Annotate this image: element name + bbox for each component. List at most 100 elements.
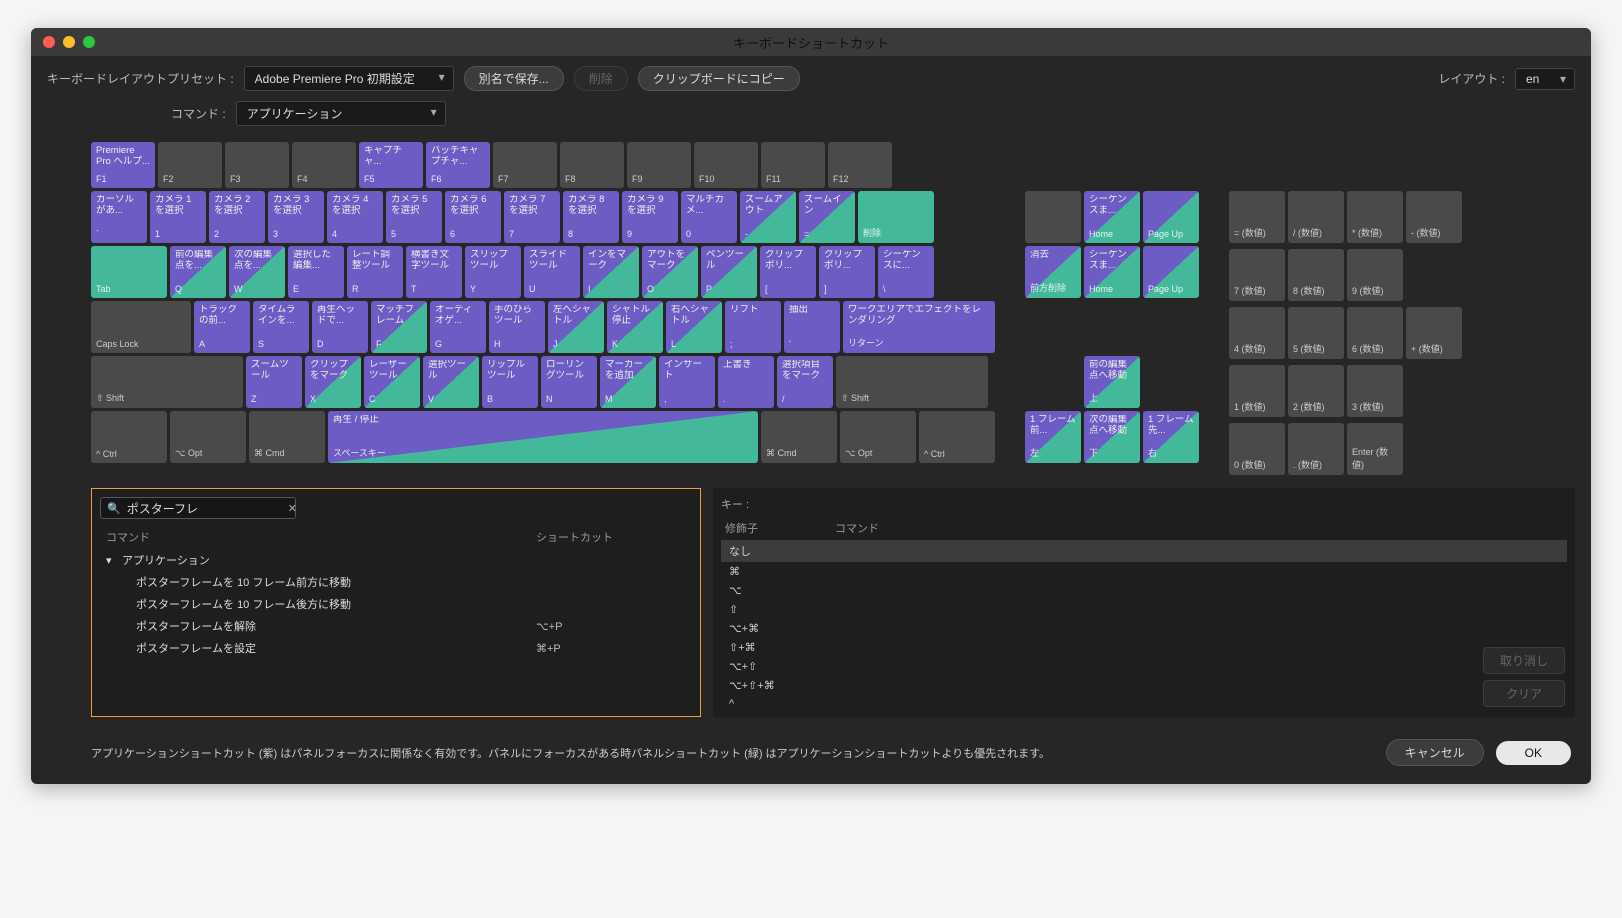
key-3-[interactable]: 3 (数値) — [1347, 365, 1403, 417]
key-n[interactable]: ローリングツールN — [541, 356, 597, 408]
modifier-row[interactable]: ⌥ — [721, 581, 1567, 600]
key-1[interactable]: カメラ 1 を選択1 — [150, 191, 206, 243]
key-7-[interactable]: 7 (数値) — [1229, 249, 1285, 301]
key-i[interactable]: インをマークI — [583, 246, 639, 298]
key-g[interactable]: オーディオゲ...G — [430, 301, 486, 353]
key--[interactable]: ズームアウト- — [740, 191, 796, 243]
key-q[interactable]: 前の編集点を...Q — [170, 246, 226, 298]
key-4[interactable]: カメラ 4 を選択4 — [327, 191, 383, 243]
key--[interactable]: カーソルがあ...` — [91, 191, 147, 243]
key-f3[interactable]: F3 — [225, 142, 289, 188]
key-2[interactable]: カメラ 2 を選択2 — [209, 191, 265, 243]
key-[interactable] — [1025, 191, 1081, 243]
key--cmd[interactable]: ⌘ Cmd — [249, 411, 325, 463]
cancel-button[interactable]: キャンセル — [1386, 739, 1484, 766]
ok-button[interactable]: OK — [1496, 741, 1571, 765]
search-field[interactable]: 🔍 ✕ — [100, 497, 296, 519]
key--[interactable]: 抽出' — [784, 301, 840, 353]
key--ctrl[interactable]: ^ Ctrl — [919, 411, 995, 463]
key-w[interactable]: 次の編集点を...W — [229, 246, 285, 298]
tree-item[interactable]: ポスターフレームを 10 フレーム前方に移動 — [100, 571, 692, 593]
key-4-[interactable]: 4 (数値) — [1229, 307, 1285, 359]
key--[interactable]: 選択項目をマーク/ — [777, 356, 833, 408]
key--[interactable]: 上書き. — [718, 356, 774, 408]
layout-select[interactable]: en — [1515, 68, 1575, 90]
key-e[interactable]: 選択した編集...E — [288, 246, 344, 298]
minimize-icon[interactable] — [63, 36, 75, 48]
key-x[interactable]: クリップをマークX — [305, 356, 361, 408]
key-9[interactable]: カメラ 9 を選択9 — [622, 191, 678, 243]
modifier-row[interactable]: ⇧ — [721, 600, 1567, 619]
key-f7[interactable]: F7 — [493, 142, 557, 188]
search-input[interactable] — [127, 501, 282, 515]
key--[interactable]: インサート, — [659, 356, 715, 408]
close-icon[interactable] — [43, 36, 55, 48]
key-a[interactable]: トラックの前...A — [194, 301, 250, 353]
modifier-row[interactable]: ⇧+⌘ — [721, 638, 1567, 657]
tree-item[interactable]: ポスターフレームを 10 フレーム後方に移動 — [100, 593, 692, 615]
modifier-row[interactable]: ^ — [721, 695, 1567, 713]
key-page-up[interactable]: Page Up — [1143, 246, 1199, 298]
tree-item[interactable]: ポスターフレームを解除⌥+P — [100, 615, 692, 637]
key-0[interactable]: マルチカメ...0 — [681, 191, 737, 243]
key-f6[interactable]: バッチキャプチャ...F6 — [426, 142, 490, 188]
save-as-button[interactable]: 別名で保存... — [464, 66, 564, 91]
key-5-[interactable]: 5 (数値) — [1288, 307, 1344, 359]
preset-select[interactable]: Adobe Premiere Pro 初期設定 — [244, 66, 454, 91]
key-c[interactable]: レーザーツールC — [364, 356, 420, 408]
key--[interactable]: - (数値) — [1406, 191, 1462, 243]
key--[interactable]: 1 フレーム先...右 — [1143, 411, 1199, 463]
key--[interactable]: クリップボリ...] — [819, 246, 875, 298]
key--[interactable]: ズームイン= — [799, 191, 855, 243]
key-y[interactable]: スリップツールY — [465, 246, 521, 298]
key-7[interactable]: カメラ 7 を選択7 — [504, 191, 560, 243]
key--[interactable]: . (数値) — [1288, 423, 1344, 475]
key-2-[interactable]: 2 (数値) — [1288, 365, 1344, 417]
key-8-[interactable]: 8 (数値) — [1288, 249, 1344, 301]
key--shift[interactable]: ⇧ Shift — [836, 356, 988, 408]
key--[interactable]: + (数値) — [1406, 307, 1462, 359]
key--[interactable]: シーケンスに...\ — [878, 246, 934, 298]
key-f4[interactable]: F4 — [292, 142, 356, 188]
key-k[interactable]: シャトル停止K — [607, 301, 663, 353]
key-enter-[interactable]: Enter (数値) — [1347, 423, 1403, 475]
key-f12[interactable]: F12 — [828, 142, 892, 188]
command-select[interactable]: アプリケーション — [236, 101, 446, 126]
modifier-row[interactable]: ⌥+⇧+⌘ — [721, 676, 1567, 695]
key-u[interactable]: スライドツールU — [524, 246, 580, 298]
key-j[interactable]: 左へシャトルJ — [548, 301, 604, 353]
key--ctrl[interactable]: ^ Ctrl — [91, 411, 167, 463]
key-3[interactable]: カメラ 3 を選択3 — [268, 191, 324, 243]
key-1-[interactable]: 1 (数値) — [1229, 365, 1285, 417]
key--[interactable]: リフト; — [725, 301, 781, 353]
key-b[interactable]: リップルツールB — [482, 356, 538, 408]
key-tab[interactable]: Tab — [91, 246, 167, 298]
key--[interactable]: 再生 / 停止スペースキー — [328, 411, 758, 463]
key-6-[interactable]: 6 (数値) — [1347, 307, 1403, 359]
key--[interactable]: ワークエリアでエフェクトをレンダリングリターン — [843, 301, 995, 353]
key--[interactable]: 前の編集点へ移動上 — [1084, 356, 1140, 408]
key--[interactable]: 削除 — [858, 191, 934, 243]
key-6[interactable]: カメラ 6 を選択6 — [445, 191, 501, 243]
key--opt[interactable]: ⌥ Opt — [170, 411, 246, 463]
key-f2[interactable]: F2 — [158, 142, 222, 188]
key--shift[interactable]: ⇧ Shift — [91, 356, 243, 408]
tree-item[interactable]: ポスターフレームを設定⌘+P — [100, 637, 692, 659]
key-m[interactable]: マーカーを追加M — [600, 356, 656, 408]
key--opt[interactable]: ⌥ Opt — [840, 411, 916, 463]
key-8[interactable]: カメラ 8 を選択8 — [563, 191, 619, 243]
key--[interactable]: 消去前方削除 — [1025, 246, 1081, 298]
key--[interactable]: クリップボリ...[ — [760, 246, 816, 298]
modifier-row[interactable]: なし — [721, 540, 1567, 562]
clear-search-icon[interactable]: ✕ — [288, 502, 297, 515]
key-d[interactable]: 再生ヘッドで...D — [312, 301, 368, 353]
key-f9[interactable]: F9 — [627, 142, 691, 188]
key-z[interactable]: ズームツールZ — [246, 356, 302, 408]
key-t[interactable]: 横書き文字ツールT — [406, 246, 462, 298]
key-f[interactable]: マッチフレームF — [371, 301, 427, 353]
key-home[interactable]: シーケンスま...Home — [1084, 246, 1140, 298]
key-h[interactable]: 手のひらツールH — [489, 301, 545, 353]
key-home[interactable]: シーケンスま...Home — [1084, 191, 1140, 243]
modifier-row[interactable]: ⌘ — [721, 562, 1567, 581]
modifier-row[interactable]: ⌥+⇧ — [721, 657, 1567, 676]
